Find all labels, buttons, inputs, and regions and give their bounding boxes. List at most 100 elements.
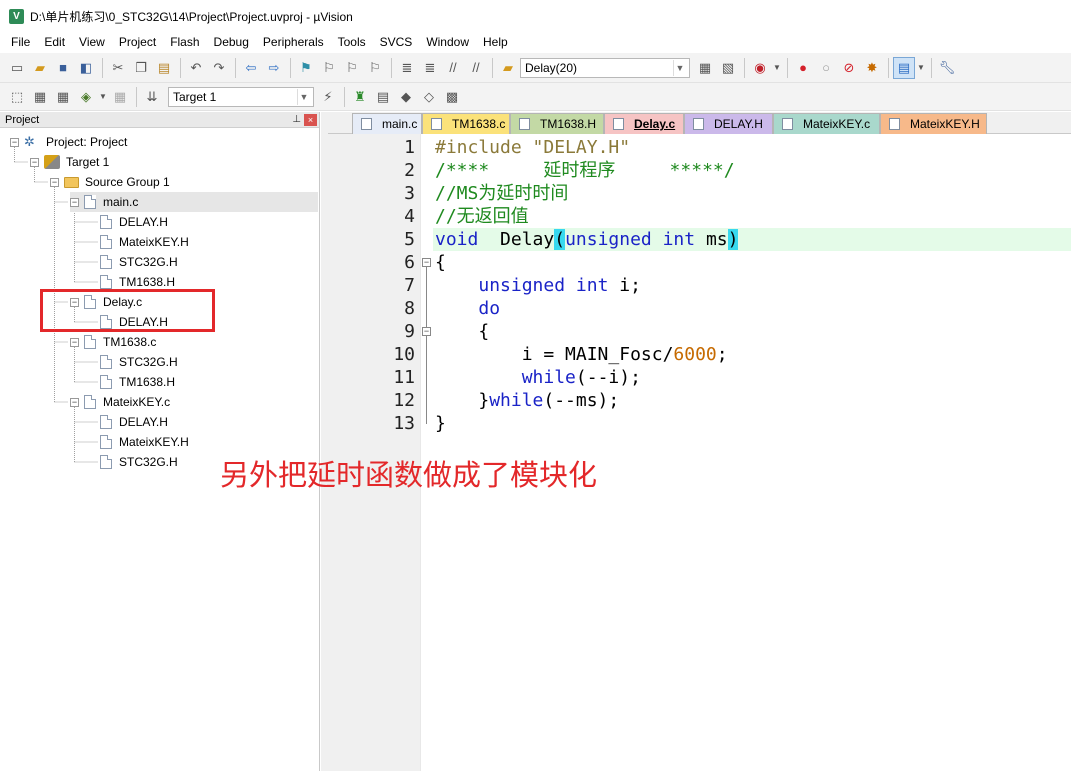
menu-tools[interactable]: Tools: [331, 32, 373, 52]
indent-icon[interactable]: ≣: [396, 57, 418, 79]
code-line[interactable]: unsigned int i;: [435, 274, 641, 297]
tab-tm1638-h[interactable]: TM1638.H: [510, 113, 604, 134]
collapse-toggle[interactable]: −: [10, 137, 19, 147]
collapse-toggle[interactable]: −: [50, 177, 59, 187]
menu-view[interactable]: View: [72, 32, 112, 52]
find-icon[interactable]: ▦: [694, 57, 716, 79]
tree-include-file[interactable]: STC32G.H: [100, 252, 178, 272]
menu-project[interactable]: Project: [112, 32, 163, 52]
bookmark-icon[interactable]: ⚑: [295, 57, 317, 79]
code-line[interactable]: /**** 延时程序 *****/: [435, 159, 735, 182]
code-line[interactable]: }while(--ms);: [435, 389, 619, 412]
menu-window[interactable]: Window: [419, 32, 476, 52]
fold-toggle[interactable]: −: [422, 327, 431, 336]
menu-debug[interactable]: Debug: [207, 32, 256, 52]
next-bookmark-icon[interactable]: ⚐: [341, 57, 363, 79]
select-software-packs-icon[interactable]: ◆: [395, 86, 417, 108]
download-load-icon[interactable]: ⇊: [141, 86, 163, 108]
find-combo[interactable]: Delay(20) ▼: [520, 57, 690, 78]
tree-project-root[interactable]: − ✲ Project: Project: [10, 132, 127, 152]
code-line[interactable]: {: [435, 320, 489, 343]
unindent-icon[interactable]: ≣: [419, 57, 441, 79]
tree-include-file[interactable]: MateixKEY.H: [100, 232, 189, 252]
prev-bookmark-icon[interactable]: ⚐: [318, 57, 340, 79]
tree-include-file[interactable]: STC32G.H: [100, 452, 178, 472]
code-line[interactable]: while(--i);: [435, 366, 641, 389]
code-line[interactable]: do: [435, 297, 500, 320]
uncomment-icon[interactable]: //: [465, 57, 487, 79]
save-all-icon[interactable]: ◧: [75, 57, 97, 79]
translate-icon[interactable]: ⬚: [6, 86, 28, 108]
tree-file-tm1638-c[interactable]: − TM1638.c: [70, 332, 156, 352]
code-line[interactable]: i = MAIN_Fosc/6000;: [435, 343, 728, 366]
tree-include-file[interactable]: MateixKEY.H: [100, 432, 189, 452]
menu-help[interactable]: Help: [476, 32, 515, 52]
paste-icon[interactable]: ▤: [153, 57, 175, 79]
window-layout-icon[interactable]: ▤: [893, 56, 915, 79]
menu-file[interactable]: File: [4, 32, 37, 52]
target-options-icon[interactable]: ⚡: [317, 86, 339, 108]
close-icon[interactable]: ×: [304, 113, 317, 126]
rebuild-icon[interactable]: ▦: [52, 86, 74, 108]
fold-toggle[interactable]: −: [422, 258, 431, 267]
code-line[interactable]: //无返回值: [435, 205, 529, 228]
disable-breakpoints-icon[interactable]: ⊘: [838, 57, 860, 79]
cut-icon[interactable]: ✂: [107, 57, 129, 79]
chevron-down-icon[interactable]: ▼: [772, 57, 782, 79]
target-combo[interactable]: Target 1 ▼: [168, 86, 314, 107]
tab-delay-h[interactable]: DELAY.H: [684, 113, 773, 134]
start-debug-icon[interactable]: ●: [792, 57, 814, 79]
tree-include-file[interactable]: TM1638.H: [100, 372, 175, 392]
tree-target[interactable]: − Target 1: [30, 152, 109, 172]
redo-icon[interactable]: ↷: [208, 57, 230, 79]
copy-icon[interactable]: ❐: [130, 57, 152, 79]
tree-source-group[interactable]: − Source Group 1: [50, 172, 170, 192]
collapse-toggle[interactable]: −: [30, 157, 39, 167]
chevron-down-icon[interactable]: ▼: [297, 88, 310, 105]
pin-icon[interactable]: ⊥: [292, 114, 301, 125]
chevron-down-icon[interactable]: ▼: [673, 59, 686, 76]
code-line[interactable]: {: [435, 251, 446, 274]
tree-include-file[interactable]: STC32G.H: [100, 352, 178, 372]
tree-include-file[interactable]: DELAY.H: [100, 212, 168, 232]
panel-splitter[interactable]: [321, 112, 328, 771]
collapse-toggle[interactable]: −: [70, 197, 79, 207]
tree-file-main-c[interactable]: − main.c: [70, 192, 318, 212]
chevron-down-icon[interactable]: ▼: [916, 57, 926, 79]
menu-edit[interactable]: Edit: [37, 32, 72, 52]
build-icon[interactable]: ▦: [29, 86, 51, 108]
tab-mateixkey-c[interactable]: MateixKEY.c: [773, 113, 880, 134]
tab-tm1638-c[interactable]: TM1638.c: [422, 113, 510, 134]
code-line[interactable]: }: [435, 412, 446, 435]
collapse-toggle[interactable]: −: [70, 397, 79, 407]
menu-peripherals[interactable]: Peripherals: [256, 32, 331, 52]
batch-build-icon[interactable]: ◈: [75, 86, 97, 108]
configure-wrench-icon[interactable]: 🔧︎: [936, 57, 958, 79]
navigate-forward-icon[interactable]: ⇨: [263, 57, 285, 79]
tab-main-c[interactable]: main.c: [352, 113, 422, 134]
kill-breakpoints-icon[interactable]: ✸: [861, 57, 883, 79]
manage-components-icon[interactable]: ♜: [349, 86, 371, 108]
manage-run-time-icon[interactable]: ▩: [441, 86, 463, 108]
open-folder-icon[interactable]: ▰: [29, 57, 51, 79]
find-in-files-icon[interactable]: ▰: [497, 57, 519, 79]
stop-build-icon[interactable]: ▦: [109, 86, 131, 108]
file-extensions-icon[interactable]: ▤: [372, 86, 394, 108]
clear-bookmarks-icon[interactable]: ⚐: [364, 57, 386, 79]
menu-svcs[interactable]: SVCS: [373, 32, 420, 52]
new-file-icon[interactable]: ▭: [6, 57, 28, 79]
code-line[interactable]: //MS为延时时间: [435, 182, 568, 205]
tab-mateixkey-h[interactable]: MateixKEY.H: [880, 113, 987, 134]
tab-delay-c[interactable]: Delay.c: [604, 113, 684, 134]
breakpoint-icon[interactable]: ○: [815, 57, 837, 79]
tree-include-file[interactable]: DELAY.H: [100, 412, 168, 432]
comment-icon[interactable]: //: [442, 57, 464, 79]
navigate-back-icon[interactable]: ⇦: [240, 57, 262, 79]
code-line[interactable]: void Delay(unsigned int ms): [435, 228, 739, 251]
chevron-down-icon[interactable]: ▼: [98, 86, 108, 108]
code-line[interactable]: #include "DELAY.H": [435, 136, 630, 159]
save-icon[interactable]: ■: [52, 57, 74, 79]
collapse-toggle[interactable]: −: [70, 337, 79, 347]
replace-icon[interactable]: ▧: [717, 57, 739, 79]
pack-installer-icon[interactable]: ◇: [418, 86, 440, 108]
